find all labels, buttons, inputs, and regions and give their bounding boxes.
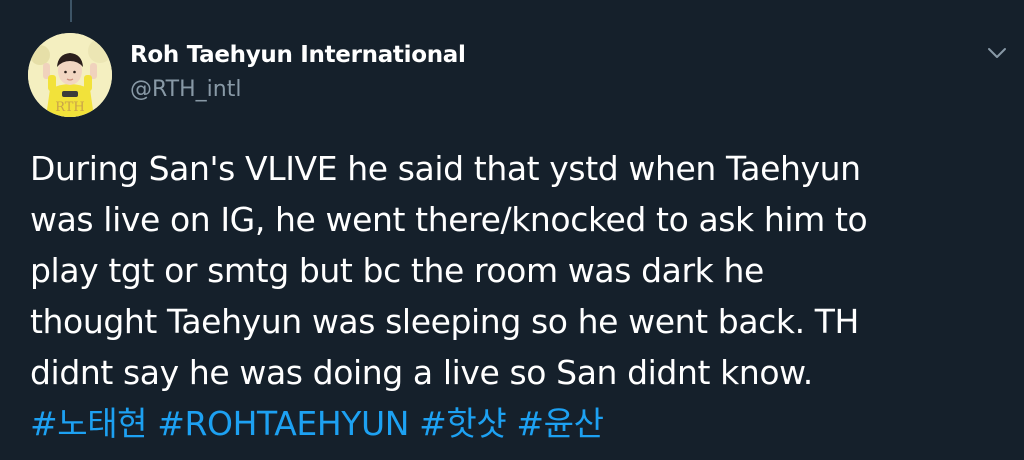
avatar-logo-text: RTH <box>55 100 85 115</box>
tweet-text-line: was live on IG, he went there/knocked to… <box>30 200 868 239</box>
thread-connector-line <box>70 0 72 22</box>
hashtag-link[interactable]: #ROHTAEHYUN <box>157 404 409 443</box>
author-display-name[interactable]: Roh Taehyun International <box>130 42 466 68</box>
tweet-text-line: didnt say he was doing a live so San did… <box>30 353 813 392</box>
hashtag-link[interactable]: #윤산 <box>516 404 604 443</box>
hashtag-link[interactable]: #노태현 <box>30 404 148 443</box>
tweet-menu-button[interactable] <box>982 38 1012 68</box>
avatar[interactable]: RTH <box>28 33 112 117</box>
tweet-text: During San's VLIVE he said that ystd whe… <box>30 143 1005 449</box>
chevron-down-icon <box>988 48 1006 58</box>
tweet-text-line: During San's VLIVE he said that ystd whe… <box>30 149 861 188</box>
avatar-image: RTH <box>28 33 112 117</box>
hashtag-link[interactable]: #핫샷 <box>419 404 507 443</box>
tweet-text-line: play tgt or smtg but bc the room was dar… <box>30 251 764 290</box>
author-handle[interactable]: @RTH_intl <box>130 77 241 102</box>
tweet-text-line: thought Taehyun was sleeping so he went … <box>30 302 859 341</box>
hashtag-list: #노태현 #ROHTAEHYUN #핫샷 #윤산 <box>30 398 1005 449</box>
